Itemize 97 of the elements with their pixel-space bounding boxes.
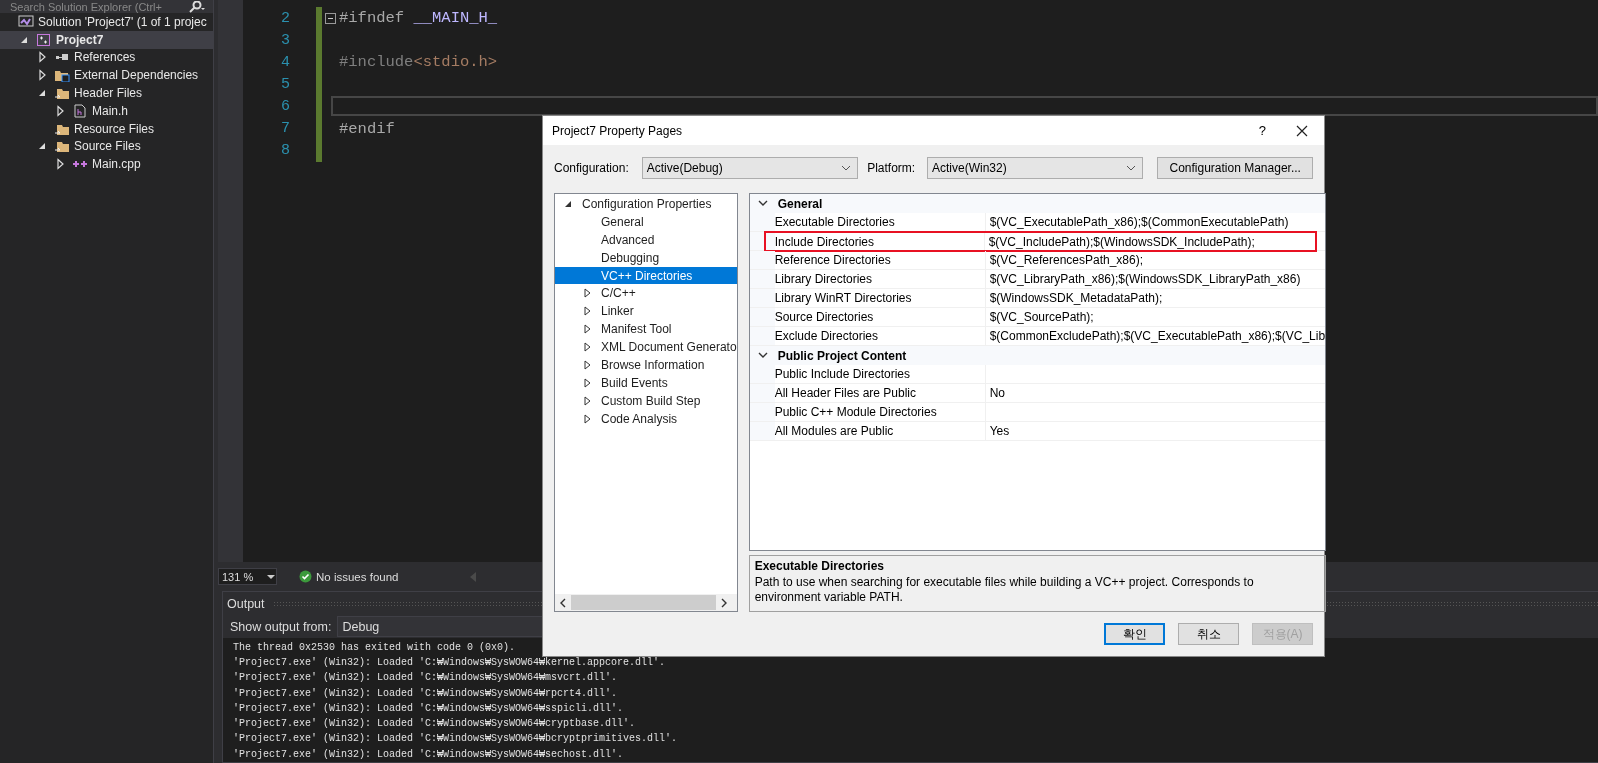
project-icon	[36, 32, 52, 47]
configuration-manager-button[interactable]: Configuration Manager...	[1157, 157, 1313, 179]
configuration-dropdown[interactable]: Active(Debug)	[641, 157, 859, 179]
property-value[interactable]: $(CommonExcludePath);$(VC_ExecutablePath_x86);$(VC_Lib	[989, 329, 1326, 343]
property-name[interactable]: Public Include Directories	[774, 365, 986, 383]
help-button[interactable]: ?	[1258, 123, 1266, 138]
status-text: No issues found	[316, 570, 399, 583]
panel-title: Output	[227, 596, 265, 611]
field-label: Configuration:	[554, 161, 630, 175]
tree-item[interactable]: Main.cpp	[0, 155, 213, 174]
property-value[interactable]: $(VC_IncludePath);$(WindowsSDK_IncludePath);	[988, 234, 1255, 249]
chevron-down-icon[interactable]	[1126, 165, 1137, 171]
zoom-dropdown[interactable]: 131 %	[218, 568, 277, 586]
line-number: 7	[280, 120, 291, 137]
property-value[interactable]: $(VC_ExecutablePath_x86);$(CommonExecutablePath)	[989, 215, 1289, 229]
code-line: #include<stdio.h>	[339, 53, 498, 72]
tree-item[interactable]: References	[0, 48, 213, 67]
folder-icon	[54, 86, 70, 101]
line-number: 2	[280, 9, 291, 27]
window-title: Project7 Property Pages	[552, 123, 684, 138]
tree-item[interactable]: Configuration Properties	[555, 195, 737, 213]
property-value[interactable]: No	[989, 386, 1005, 400]
property-name[interactable]: Library Directories	[774, 270, 986, 288]
dialog-button[interactable]: 취소	[1178, 623, 1239, 645]
search-icon[interactable]	[187, 0, 205, 13]
check-icon	[299, 570, 312, 584]
solution-icon	[18, 14, 34, 29]
property-name[interactable]: Library WinRT Directories	[774, 289, 986, 307]
description-title: Executable Directories	[754, 559, 886, 573]
property-name[interactable]: Include Directories	[774, 233, 985, 250]
tree-item[interactable]: Build Events	[555, 373, 737, 392]
property-value[interactable]: $(VC_LibraryPath_x86);$(WindowsSDK_LibraryPath_x86)	[989, 272, 1301, 286]
output-line: 'Project7.exe' (Win32): Loaded 'C:₩Windows₩SysWOW64₩sspicli.dll'.	[233, 701, 625, 716]
tree-item[interactable]: Header Files	[0, 84, 213, 102]
tree-item[interactable]: Solution 'Project7' (1 of 1 projec	[0, 13, 213, 31]
tree-item[interactable]: Advanced	[555, 230, 737, 249]
chevron-left-icon[interactable]	[559, 597, 567, 608]
close-icon[interactable]	[1296, 124, 1308, 137]
caret-icon[interactable]	[267, 574, 276, 579]
line-number: 4	[280, 53, 291, 71]
folder-icon	[54, 139, 70, 154]
chevron-down-icon[interactable]	[841, 165, 852, 171]
chevron-right-icon[interactable]	[720, 597, 728, 608]
tree-item[interactable]: Main.h	[0, 102, 213, 120]
property-value[interactable]: $(VC_SourcePath);	[989, 310, 1094, 324]
property-value[interactable]: Yes	[989, 424, 1010, 438]
property-name[interactable]: Source Directories	[774, 308, 986, 326]
tree-item[interactable]: Resource Files	[0, 119, 213, 138]
tree-item[interactable]: Manifest Tool	[555, 320, 737, 339]
code-line: #endif	[339, 119, 395, 138]
tree-item[interactable]: External Dependencies	[0, 66, 213, 85]
output-line: The thread 0x2530 has exited with code 0 (0x0).	[233, 640, 517, 655]
chevron-icon[interactable]	[757, 352, 768, 359]
output-line: 'Project7.exe' (Win32): Loaded 'C:₩Windows₩SysWOW64₩kernel.appcore.dll'.	[233, 655, 667, 670]
property-name[interactable]: Public C++ Module Directories	[774, 403, 986, 421]
platform-dropdown[interactable]: Active(Win32)	[927, 157, 1144, 179]
tree-item[interactable]: Debugging	[555, 248, 737, 267]
tree-item[interactable]: Linker	[555, 302, 737, 321]
field-label: Show output from:	[230, 619, 332, 634]
code-line: #ifndef __MAIN_H_	[339, 9, 498, 28]
group-header[interactable]: General	[777, 196, 823, 211]
search-field[interactable]: Search Solution Explorer (Ctrl+	[0, 0, 213, 13]
scrollbar-thumb[interactable]	[571, 595, 716, 610]
tree-item[interactable]: Project7	[0, 30, 213, 49]
dialog-button[interactable]: 확인	[1104, 623, 1165, 645]
property-name[interactable]: Reference Directories	[774, 251, 986, 269]
output-line: 'Project7.exe' (Win32): Loaded 'C:₩Windows₩SysWOW64₩msvcrt.dll'.	[233, 671, 619, 686]
property-name[interactable]: Exclude Directories	[774, 327, 986, 345]
group-header[interactable]: Public Project Content	[777, 348, 907, 363]
line-number: 8	[280, 142, 291, 160]
horizontal-scrollbar[interactable]	[555, 594, 737, 611]
property-value[interactable]: $(WindowsSDK_MetadataPath);	[989, 291, 1163, 305]
folder-icon	[54, 68, 70, 83]
tree-item[interactable]: XML Document Generato	[555, 338, 737, 356]
tree-item[interactable]: General	[555, 212, 737, 231]
property-value[interactable]: $(VC_ReferencesPath_x86);	[989, 253, 1144, 267]
tree-item[interactable]: C/C++	[555, 284, 737, 303]
property-name[interactable]: All Modules are Public	[774, 422, 986, 440]
output-line: 'Project7.exe' (Win32): Loaded 'C:₩Windows₩SysWOW64₩bcryptprimitives.dll'.	[233, 732, 679, 747]
tree-item[interactable]: Source Files	[0, 137, 213, 156]
output-line: 'Project7.exe' (Win32): Loaded 'C:₩Windows₩SysWOW64₩cryptbase.dll'.	[233, 717, 637, 732]
tree-item[interactable]: VC++ Directories	[555, 266, 737, 285]
file-icon	[72, 103, 88, 118]
chevron-icon[interactable]	[757, 200, 768, 207]
field-label: Platform:	[867, 161, 917, 175]
tree-item[interactable]: Code Analysis	[555, 409, 737, 428]
tree-item[interactable]: Custom Build Step	[555, 391, 737, 410]
tree-item[interactable]: Browse Information	[555, 356, 737, 374]
line-number: 5	[280, 75, 291, 93]
property-name[interactable]: All Header Files are Public	[774, 384, 986, 402]
output-line: 'Project7.exe' (Win32): Loaded 'C:₩Windows₩SysWOW64₩sechost.dll'.	[233, 747, 625, 762]
collapse-icon[interactable]	[325, 12, 336, 24]
property-name[interactable]: Executable Directories	[774, 213, 986, 231]
line-number: 6	[280, 97, 291, 115]
description-text: Path to use when searching for executable files while building a VC++ project. Corresponds to environment variable PATH.	[754, 575, 1255, 605]
line-number: 3	[280, 31, 291, 49]
output-line: 'Project7.exe' (Win32): Loaded 'C:₩Windows₩SysWOW64₩rpcrt4.dll'.	[233, 686, 619, 701]
